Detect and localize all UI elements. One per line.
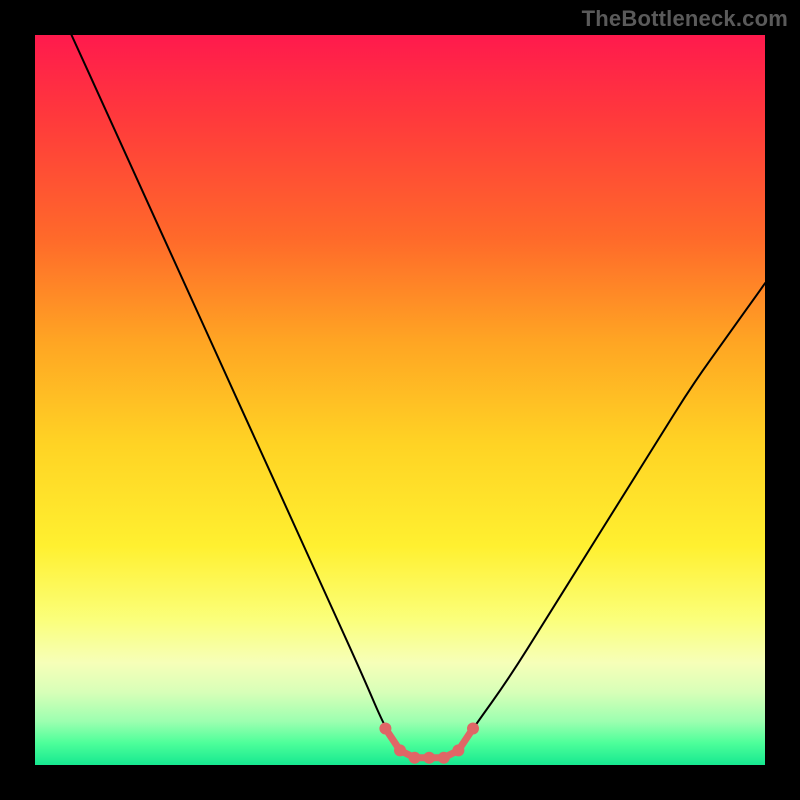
optimal-zone-markers: [379, 723, 479, 764]
optimal-zone-point: [438, 752, 450, 764]
watermark-text: TheBottleneck.com: [582, 6, 788, 32]
optimal-zone-point: [423, 752, 435, 764]
optimal-zone-point: [409, 752, 421, 764]
curve-layer: [35, 35, 765, 765]
optimal-zone-point: [394, 744, 406, 756]
chart-frame: TheBottleneck.com: [0, 0, 800, 800]
optimal-zone-point: [467, 723, 479, 735]
optimal-zone-point: [379, 723, 391, 735]
plot-area: [35, 35, 765, 765]
optimal-zone-point: [452, 744, 464, 756]
bottleneck-curve: [72, 35, 766, 758]
